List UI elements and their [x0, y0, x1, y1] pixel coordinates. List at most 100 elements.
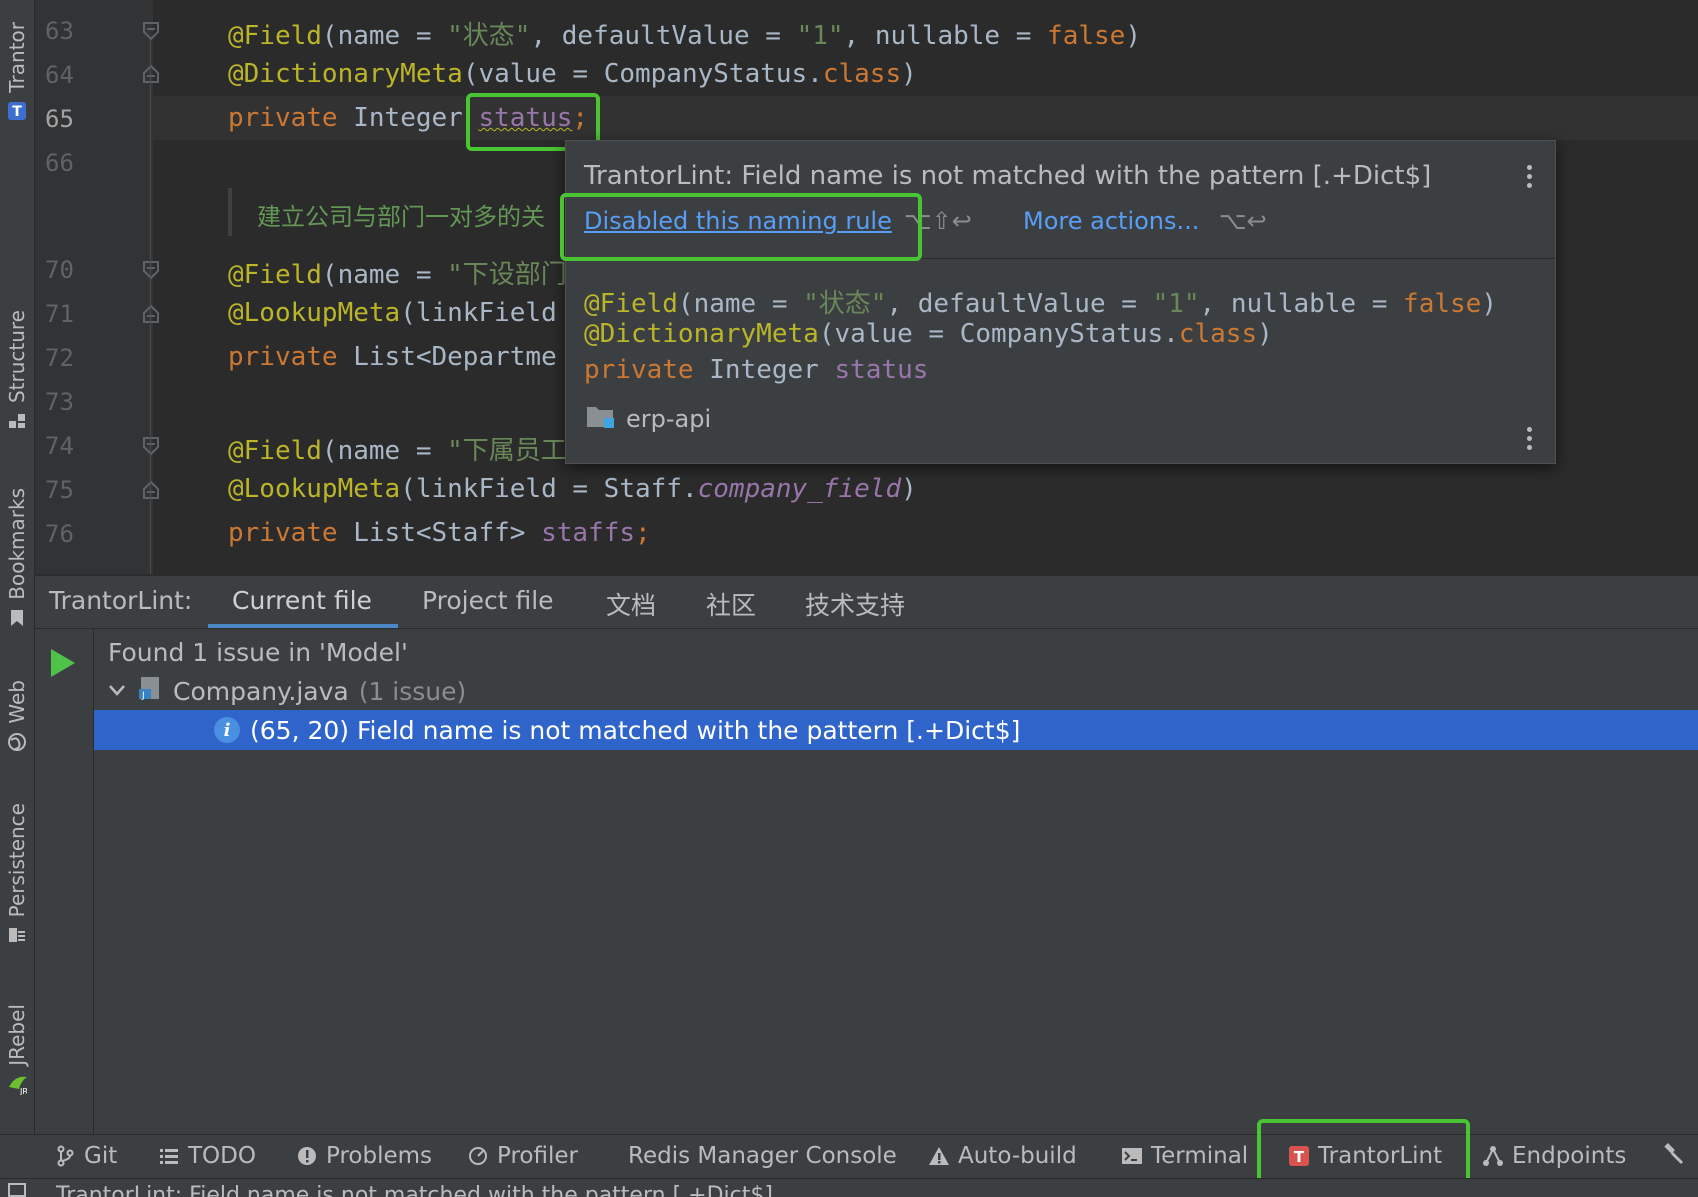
sidebar-tab-bookmarks[interactable]: Bookmarks [0, 488, 34, 628]
inspection-popup[interactable]: TrantorLint: Field name is not matched w… [565, 140, 1556, 464]
bottom-tab-label: Auto-build [958, 1143, 1077, 1169]
code-token: (value = CompanyStatus. [818, 319, 1179, 349]
code-token: , defaultValue = [530, 21, 797, 51]
tool-window-header: TrantorLint: Current file Project file 文… [35, 576, 1698, 629]
code-line-70[interactable]: @Field(name = "下设部门 [228, 254, 567, 291]
chevron-down-icon[interactable] [107, 677, 127, 706]
keyword-token: class [1178, 319, 1258, 349]
svg-text:JR: JR [19, 1087, 27, 1095]
annotation-token: @DictionaryMeta [584, 319, 819, 349]
bottom-tab-label: Redis Manager Console [628, 1143, 897, 1169]
bottom-tab-profiler[interactable]: Profiler [467, 1143, 578, 1169]
keyword-token: private [228, 518, 338, 548]
code-token: , nullable = [1199, 289, 1404, 319]
fold-start-icon[interactable] [141, 20, 161, 42]
code-line-74[interactable]: @Field(name = "下属员工 [228, 430, 567, 467]
code-line-64[interactable]: @DictionaryMeta(value = CompanyStatus.cl… [228, 59, 917, 89]
popup-code-line: @Field(name = "状态", defaultValue = "1", … [584, 283, 1497, 320]
issue-row[interactable]: i (65, 20) Field name is not matched wit… [94, 710, 1698, 750]
tree-file-node[interactable]: J Company.java (1 issue) [107, 675, 466, 707]
sidebar-tab-label: Bookmarks [5, 488, 29, 600]
line-number: 73 [45, 388, 74, 416]
code-line-76[interactable]: private List<Staff> staffs; [228, 518, 651, 548]
bottom-tab-problems[interactable]: Problems [296, 1143, 432, 1169]
annotation-token: @Field [228, 21, 322, 51]
tab-project-file[interactable]: Project file [422, 586, 554, 615]
bottom-tab-git[interactable]: Git [54, 1143, 117, 1169]
doc-comment-bar [228, 188, 232, 236]
bottom-tab-todo[interactable]: TODO [158, 1143, 256, 1169]
tool-window-name: TrantorLint: [49, 586, 193, 615]
fold-start-icon[interactable] [141, 435, 161, 457]
code-token: ) [901, 59, 917, 89]
build-hammer-button[interactable] [1662, 1143, 1684, 1165]
profiler-icon [467, 1145, 489, 1167]
persistence-icon [7, 925, 27, 945]
code-line-72[interactable]: private List<Departme [228, 342, 557, 372]
code-line-63[interactable]: @Field(name = "状态", defaultValue = "1", … [228, 15, 1141, 52]
bottom-tab-auto-build[interactable]: Auto-build [928, 1143, 1077, 1169]
code-token: (name = [321, 260, 448, 290]
tab-tech-support[interactable]: 技术支持 [805, 586, 905, 622]
run-icon[interactable] [51, 649, 75, 677]
list-icon [158, 1145, 180, 1167]
code-token: (linkField = Staff. [400, 474, 698, 504]
code-token: ) [901, 474, 917, 504]
bottom-tab-redis-console[interactable]: Redis Manager Console [628, 1143, 897, 1169]
fold-end-icon[interactable] [141, 479, 161, 501]
line-number: 63 [45, 17, 74, 45]
tab-community[interactable]: 社区 [706, 586, 756, 622]
sidebar-tab-structure[interactable]: Structure [0, 310, 34, 431]
problems-icon [296, 1145, 318, 1167]
line-number: 74 [45, 432, 74, 460]
sidebar-tab-persistence[interactable]: Persistence [0, 803, 34, 945]
fold-end-icon[interactable] [141, 303, 161, 325]
disable-naming-rule-link[interactable]: Disabled this naming rule [584, 207, 892, 235]
code-line-71[interactable]: @LookupMeta(linkField [228, 298, 557, 328]
more-actions-shortcut: ⌥↩ [1219, 207, 1267, 235]
keyword-token: private [584, 355, 694, 385]
trantor-t-icon: T [1288, 1145, 1310, 1167]
panel-toggle-icon[interactable] [8, 1183, 26, 1197]
results-summary: Found 1 issue in 'Model' [108, 638, 408, 667]
hammer-icon [1662, 1143, 1684, 1165]
module-name: erp-api [626, 405, 712, 433]
bottom-tab-label: Problems [326, 1143, 433, 1169]
field-status-token[interactable]: status [478, 103, 572, 133]
annotation-token: @LookupMeta [228, 474, 401, 504]
warning-icon [928, 1145, 950, 1167]
svg-text:J: J [141, 691, 145, 701]
jrebel-icon: JR [7, 1074, 27, 1095]
keyword-token: ; [572, 103, 589, 133]
bottom-tab-trantorlint[interactable]: T TrantorLint [1288, 1143, 1442, 1169]
fold-start-icon[interactable] [141, 259, 161, 281]
popup-divider [566, 258, 1555, 259]
more-actions-link[interactable]: More actions... [1023, 207, 1199, 235]
sidebar-tab-jrebel[interactable]: JRebel JR [0, 1004, 34, 1095]
sidebar-tab-label: Persistence [5, 803, 29, 918]
field-token: status [834, 355, 929, 385]
code-token: , defaultValue = [886, 289, 1153, 319]
endpoints-icon [1482, 1145, 1504, 1167]
sidebar-tab-label: Web [5, 680, 29, 724]
line-number: 75 [45, 476, 74, 504]
line-number: 64 [45, 61, 74, 89]
code-line-65[interactable]: private Integer status; [228, 103, 588, 133]
sidebar-tab-trantor[interactable]: Trantor T [0, 22, 34, 121]
bottom-tab-terminal[interactable]: Terminal [1121, 1143, 1248, 1169]
tab-docs[interactable]: 文档 [606, 586, 656, 622]
code-token: ) [1125, 21, 1141, 51]
more-options-icon[interactable] [1524, 165, 1534, 188]
tab-current-file[interactable]: Current file [232, 586, 372, 615]
disable-rule-shortcut: ⌥⇧↩ [904, 207, 972, 235]
bottom-tab-endpoints[interactable]: Endpoints [1482, 1143, 1626, 1169]
popup-title: TrantorLint: Field name is not matched w… [584, 161, 1432, 191]
more-options-icon[interactable] [1524, 427, 1534, 450]
string-token: "下设部门 [447, 260, 567, 290]
fold-end-icon[interactable] [141, 63, 161, 85]
code-line-75[interactable]: @LookupMeta(linkField = Staff.company_fi… [228, 474, 917, 504]
keyword-token: false [1047, 21, 1126, 51]
sidebar-tab-web[interactable]: Web [0, 680, 34, 752]
status-bar: TrantorLint: Field name is not matched w… [0, 1178, 1698, 1197]
svg-text:T: T [1294, 1148, 1305, 1166]
